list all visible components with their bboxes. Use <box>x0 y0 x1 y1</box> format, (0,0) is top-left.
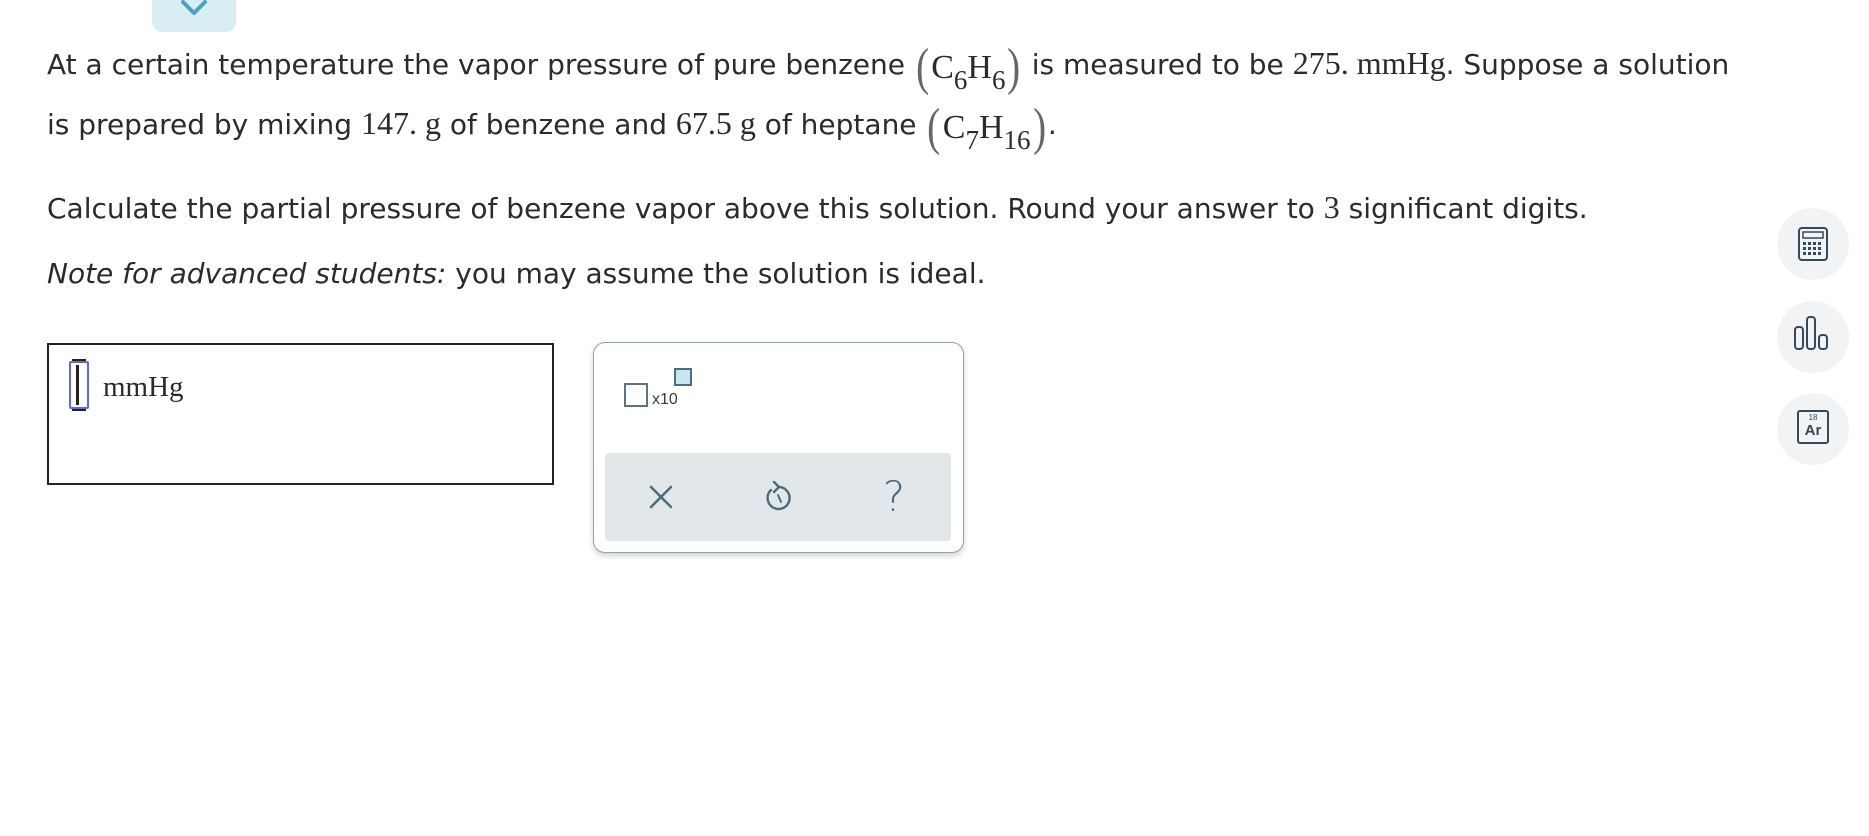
formula-subscript: 16 <box>1003 125 1031 155</box>
formula-element: C <box>931 49 954 86</box>
problem-text: Calculate the partial pressure of benzen… <box>47 192 1324 225</box>
exponent-slot-icon <box>674 368 692 386</box>
periodic-element-symbol: Ar <box>1804 422 1822 439</box>
formula-element: C <box>942 109 966 146</box>
problem-text: of heptane <box>755 108 926 141</box>
benzene-mass-value: 147. <box>360 105 417 141</box>
palette-actions: ? <box>605 453 951 541</box>
periodic-table-button[interactable]: 18 Ar <box>1777 393 1849 465</box>
benzene-formula: (C6H6) <box>916 39 1021 96</box>
problem-text: . Suppose a solution <box>1445 48 1730 81</box>
data-chart-icon <box>1794 316 1828 350</box>
problem-text: . <box>1047 108 1057 141</box>
formula-element: H <box>967 49 992 86</box>
data-chart-button[interactable] <box>1777 301 1849 373</box>
problem-text: significant digits. <box>1339 192 1588 225</box>
answer-unit: mmHg <box>103 371 184 403</box>
x10-label: x10 <box>652 391 678 408</box>
collapse-tab[interactable] <box>152 0 236 32</box>
vapor-pressure-unit: mmHg <box>1356 45 1446 81</box>
problem-note: Note for advanced students: you may assu… <box>47 260 986 288</box>
base-slot-icon <box>624 383 648 407</box>
chevron-down-icon <box>181 0 207 15</box>
formula-element: H <box>978 109 1004 146</box>
benzene-mass-unit: g <box>424 105 441 141</box>
answer-box[interactable]: mmHg <box>47 343 554 485</box>
problem-line-3: Calculate the partial pressure of benzen… <box>47 191 1588 223</box>
problem-text: At a certain temperature the vapor press… <box>47 48 914 81</box>
help-button[interactable]: ? <box>872 475 916 519</box>
problem-line-1: At a certain temperature the vapor press… <box>47 42 1729 94</box>
formula-subscript: 6 <box>991 65 1006 95</box>
heptane-formula: (C7H16) <box>927 99 1046 156</box>
page: At a certain temperature the vapor press… <box>0 0 1869 836</box>
undo-icon <box>766 480 791 511</box>
note-label: Note for advanced students: <box>47 257 447 290</box>
help-icon: ? <box>882 472 906 521</box>
formula-subscript: 6 <box>953 65 968 95</box>
answer-input[interactable] <box>69 359 89 411</box>
clear-button[interactable] <box>639 475 683 519</box>
math-palette: x10 ? <box>593 342 964 553</box>
undo-button[interactable] <box>756 475 800 519</box>
vapor-pressure-value: 275. <box>1292 45 1349 81</box>
calculator-icon <box>1798 227 1828 261</box>
heptane-mass-value: 67.5 <box>675 105 732 141</box>
significant-digits-value: 3 <box>1323 189 1340 225</box>
calculator-button[interactable] <box>1777 208 1849 280</box>
problem-line-2: is prepared by mixing 147. g of benzene … <box>47 102 1057 154</box>
scientific-notation-button[interactable]: x10 <box>624 368 704 425</box>
problem-text: is measured to be <box>1022 48 1293 81</box>
problem-text: is prepared by mixing <box>47 108 361 141</box>
note-text: you may assume the solution is ideal. <box>446 257 986 290</box>
problem-text: of benzene and <box>440 108 676 141</box>
clear-icon <box>649 485 673 509</box>
formula-subscript: 7 <box>965 125 979 155</box>
periodic-element-number: 18 <box>1808 413 1818 422</box>
heptane-mass-unit: g <box>739 105 756 141</box>
